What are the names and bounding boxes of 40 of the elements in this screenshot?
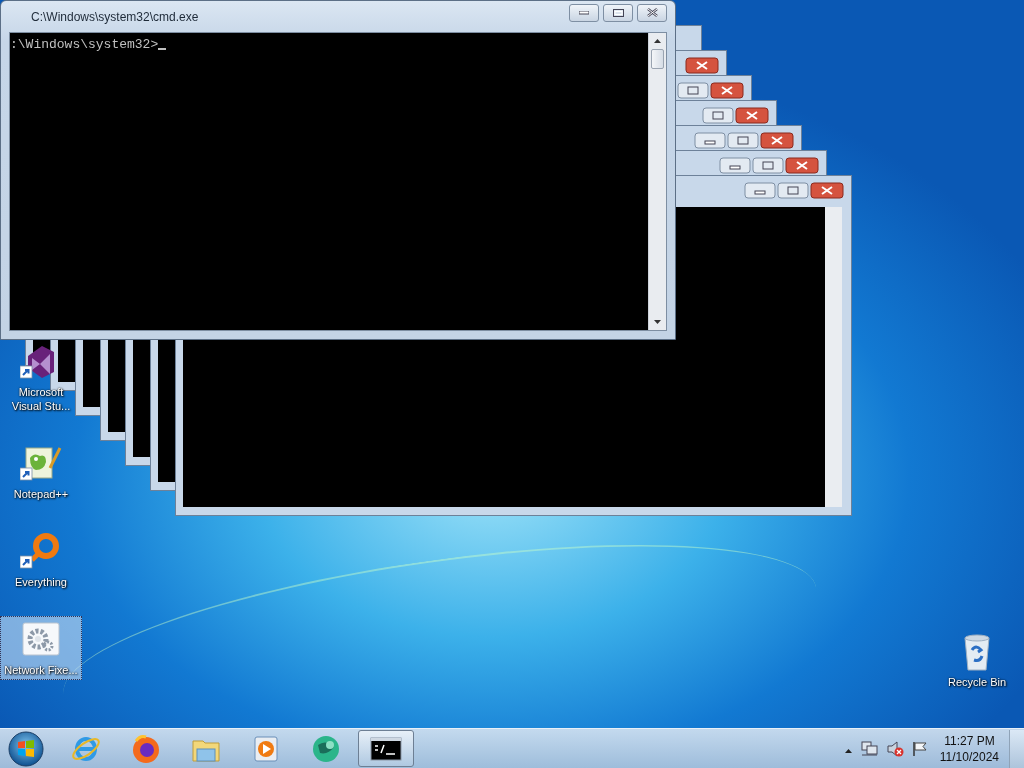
desktop-shortcut[interactable]: Microsoft Visual Stu... <box>0 338 82 416</box>
close-button[interactable] <box>760 132 794 149</box>
window-title: C:\Windows\system32\cmd.exe <box>31 9 200 24</box>
text-cursor <box>158 48 167 50</box>
notepad-icon <box>20 444 62 484</box>
speaker-muted-icon[interactable] <box>885 740 904 757</box>
close-button[interactable] <box>685 57 719 74</box>
desktop-shortcut[interactable]: Recycle Bin <box>936 628 1018 692</box>
minimize-button[interactable] <box>719 157 751 174</box>
close-button[interactable] <box>735 107 769 124</box>
ring-icon <box>20 532 62 572</box>
desktop-shortcut[interactable]: Everything <box>0 528 82 592</box>
flag-icon[interactable] <box>911 740 928 757</box>
flame-globe-icon <box>130 732 162 765</box>
minimize-button[interactable] <box>694 132 726 149</box>
shortcut-label: Notepad++ <box>13 487 69 501</box>
shortcut-label: Network Fixe... <box>4 663 78 677</box>
scrollbar[interactable] <box>648 33 666 330</box>
network-icon[interactable] <box>859 740 878 757</box>
scroll-up-icon <box>654 39 661 43</box>
minimize-button[interactable] <box>744 182 776 199</box>
maximize-button[interactable] <box>603 3 633 22</box>
close-button[interactable] <box>637 3 667 22</box>
maximize-icon <box>612 8 624 17</box>
minimize-icon <box>579 10 589 15</box>
close-button[interactable] <box>785 157 819 174</box>
taskbar-button[interactable] <box>358 730 414 767</box>
start-orb-icon <box>7 729 45 768</box>
desktop-shortcut[interactable]: Notepad++ <box>0 440 82 504</box>
shortcut-label: Everything <box>15 575 67 589</box>
console-line: :\Windows\system32> <box>10 37 159 52</box>
shortcut-label: Recycle Bin <box>947 675 1007 689</box>
clock-button[interactable]: 11:27 PM 11/10/2024 <box>935 732 1003 765</box>
scroll-thumb[interactable] <box>651 49 664 69</box>
close-button[interactable] <box>710 82 744 99</box>
close-icon <box>646 8 658 17</box>
shortcut-label: Microsoft Visual Stu... <box>10 385 72 413</box>
close-button[interactable] <box>810 182 844 199</box>
scroll-down-icon <box>654 320 661 324</box>
up-arrow-icon <box>844 749 852 753</box>
